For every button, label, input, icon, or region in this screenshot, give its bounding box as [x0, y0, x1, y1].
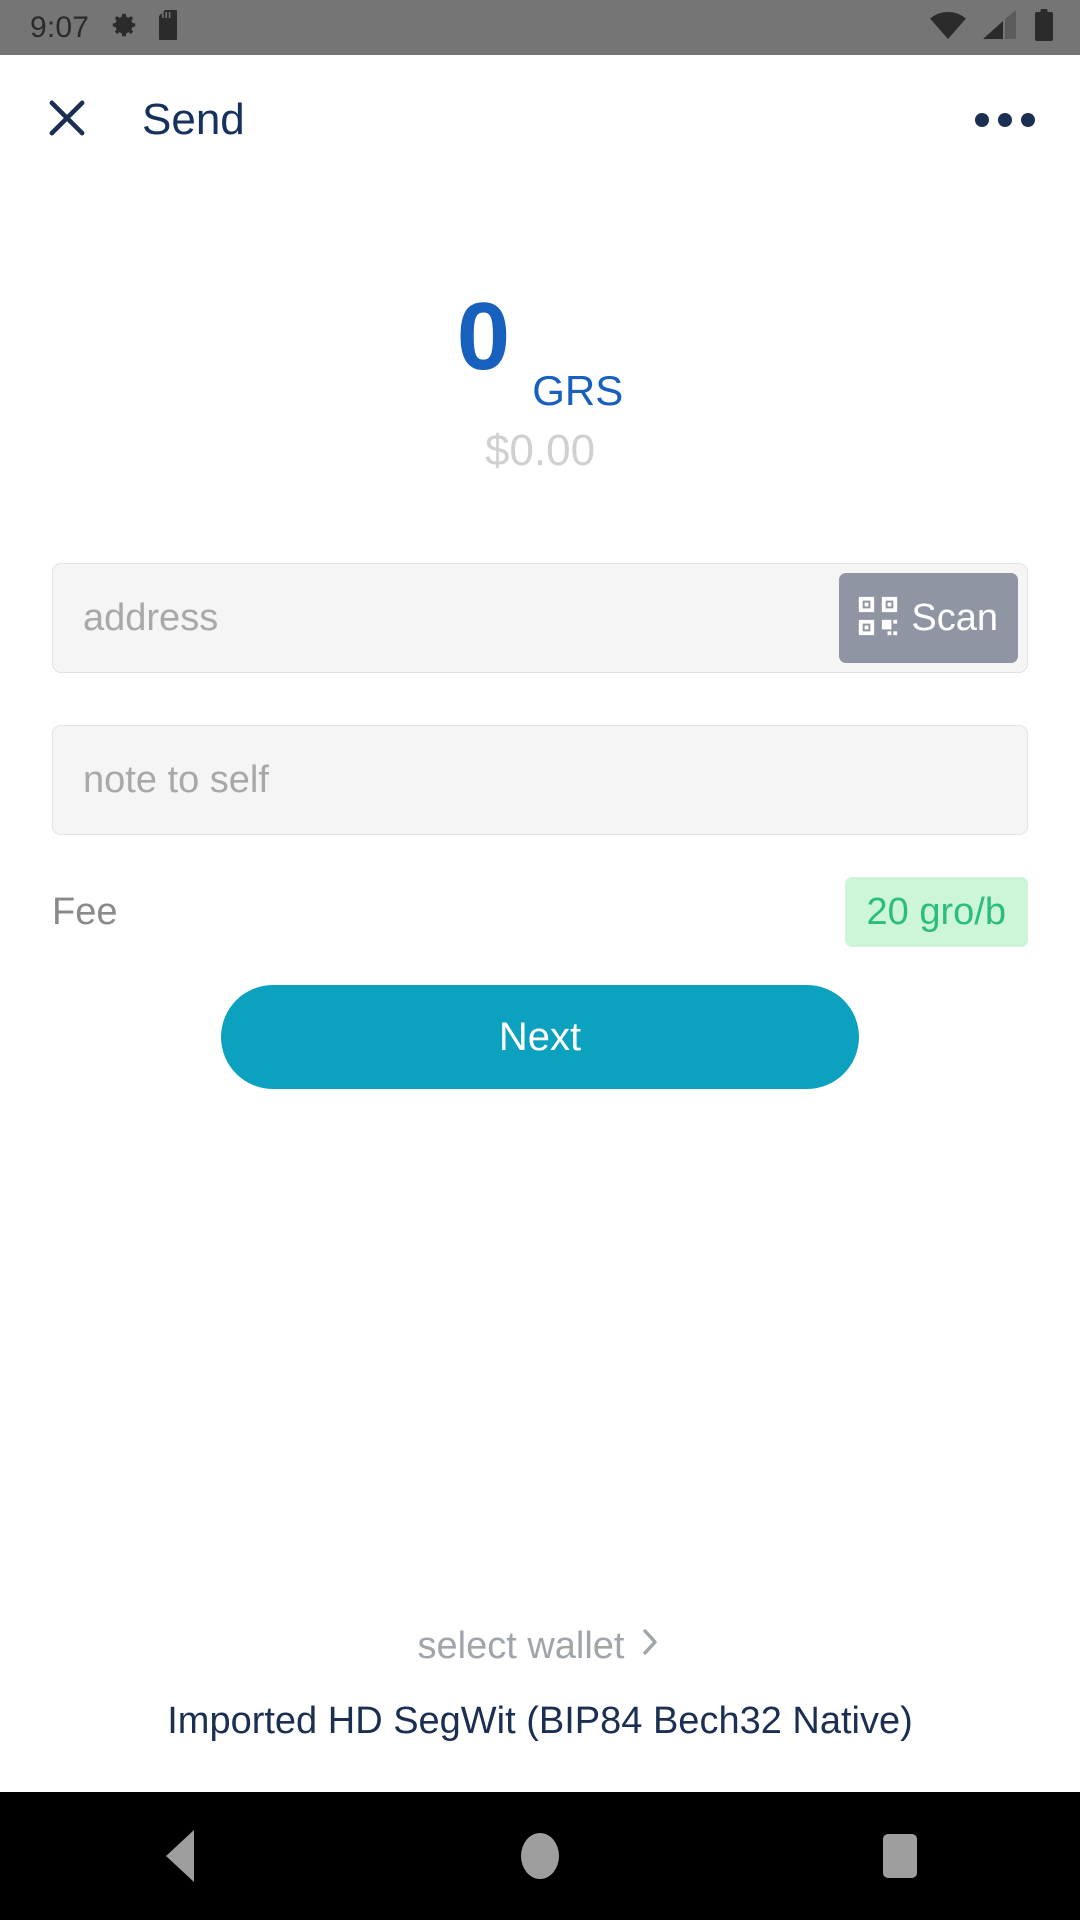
next-button-container: Next [0, 985, 1080, 1089]
send-form: address Scan note to self [0, 563, 1080, 835]
cellular-signal-icon [983, 10, 1017, 45]
status-bar-left: 9:07 [30, 9, 183, 46]
fee-row: Fee 20 gro/b [0, 877, 1080, 947]
nav-recents-button[interactable] [825, 1792, 975, 1920]
amount-display[interactable]: 0 GRS [0, 283, 1080, 412]
recents-icon [883, 1834, 917, 1878]
address-field[interactable]: address Scan [52, 563, 1028, 673]
scan-button-label: Scan [911, 597, 998, 639]
back-icon [166, 1830, 194, 1882]
app-bar: Send [0, 55, 1080, 185]
wallet-selector[interactable]: select wallet Imported HD SegWit (BIP84 … [0, 1625, 1080, 1792]
sd-card-icon [159, 9, 183, 46]
amount-unit: GRS [532, 367, 624, 414]
note-field[interactable]: note to self [52, 725, 1028, 835]
battery-icon [1034, 9, 1054, 46]
nav-back-button[interactable] [105, 1792, 255, 1920]
page-title: Send [142, 95, 245, 144]
nav-home-button[interactable] [465, 1792, 615, 1920]
chevron-right-icon [638, 1625, 662, 1666]
note-input-placeholder: note to self [83, 759, 269, 801]
android-navigation-bar [0, 1792, 1080, 1920]
more-options-icon [975, 113, 989, 127]
address-input-placeholder: address [83, 597, 219, 639]
select-wallet-row[interactable]: select wallet [418, 1625, 663, 1666]
wifi-icon [930, 10, 966, 45]
gear-icon [109, 10, 139, 45]
wallet-name: Imported HD SegWit (BIP84 Bech32 Native) [167, 1700, 913, 1742]
more-options-button[interactable] [968, 83, 1042, 157]
amount-value: 0 [456, 283, 511, 390]
qr-code-icon [855, 593, 901, 644]
next-button[interactable]: Next [221, 985, 859, 1089]
close-button[interactable] [30, 83, 104, 157]
more-options-icon-dot2 [998, 113, 1012, 127]
more-options-icon-dot3 [1021, 113, 1035, 127]
status-bar: 9:07 [0, 0, 1080, 55]
status-time: 9:07 [30, 10, 90, 44]
app-screen: 9:07 Send 0 GRS $0.00 address Scan note … [0, 0, 1080, 1920]
status-bar-right [930, 9, 1054, 46]
home-icon [521, 1833, 559, 1879]
fee-label: Fee [52, 891, 118, 933]
scan-button[interactable]: Scan [839, 573, 1018, 663]
close-icon [41, 92, 93, 149]
fee-rate-badge[interactable]: 20 gro/b [844, 877, 1028, 947]
fiat-amount: $0.00 [484, 426, 596, 475]
select-wallet-label: select wallet [417, 1624, 625, 1667]
